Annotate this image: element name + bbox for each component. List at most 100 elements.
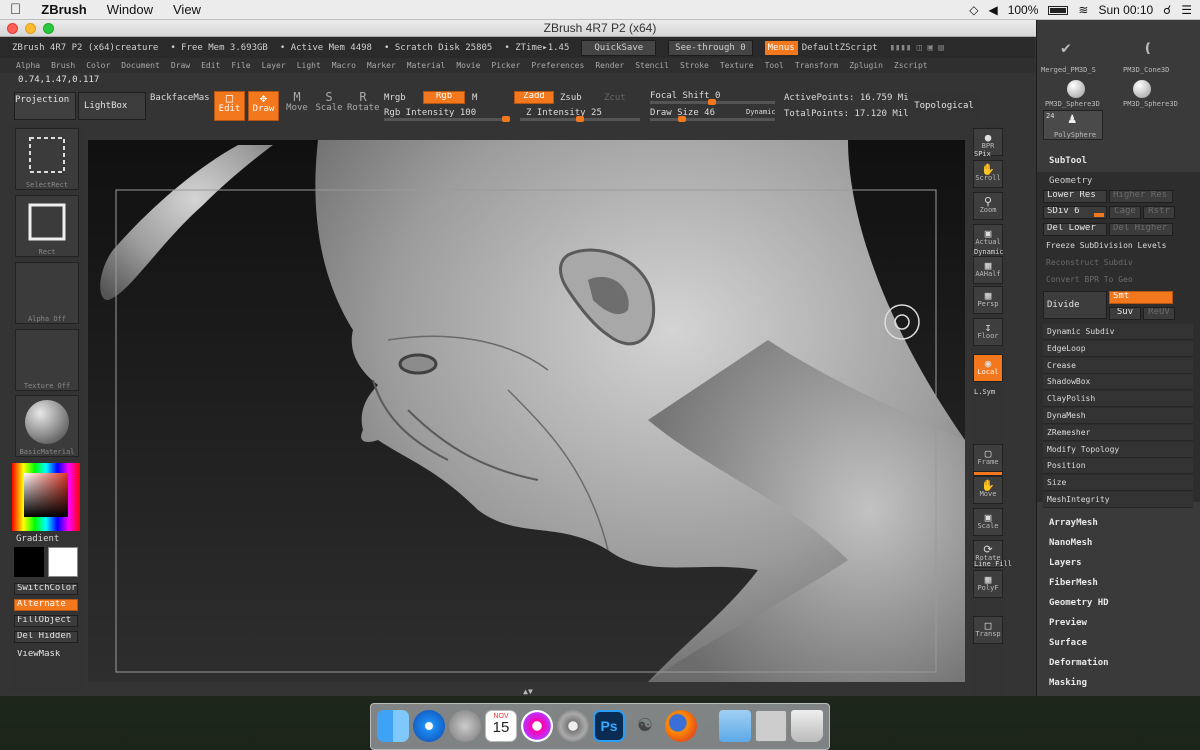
shelf-scroll-button[interactable]: ✋ Scroll xyxy=(973,160,1003,188)
menu-stroke[interactable]: Stroke xyxy=(680,61,709,70)
system-preferences-icon[interactable] xyxy=(557,710,589,742)
menu-brush[interactable]: Brush xyxy=(51,61,75,70)
higher-res-button[interactable]: Higher Res xyxy=(1109,190,1173,203)
dynamic-toggle[interactable]: Dynamic xyxy=(746,108,776,116)
shelf-l-sym-button[interactable]: L.Sym xyxy=(974,388,995,396)
firefox-icon[interactable] xyxy=(665,710,697,742)
geometry-edgeloop[interactable]: EdgeLoop xyxy=(1043,340,1193,357)
scale-button[interactable]: S Scale xyxy=(314,91,344,121)
draw-button[interactable]: ✥ Draw xyxy=(248,91,279,121)
trash-icon[interactable] xyxy=(791,710,823,742)
suv-toggle[interactable]: Suv xyxy=(1109,307,1141,320)
backface-mask-label[interactable]: BackfaceMas xyxy=(150,93,210,103)
topological-button[interactable]: Topological xyxy=(908,91,980,121)
menu-alpha[interactable]: Alpha xyxy=(16,61,40,70)
fillobject-button[interactable]: FillObject xyxy=(14,615,78,627)
section-deformation[interactable]: Deformation xyxy=(1049,658,1109,668)
freeze-subdivision-button[interactable]: Freeze SubDivision Levels xyxy=(1046,241,1166,250)
battery-percent[interactable]: 100% xyxy=(1008,3,1039,17)
material-picker[interactable]: BasicMaterial xyxy=(15,395,79,457)
list-icon[interactable]: ☰ xyxy=(1181,3,1192,17)
rstr-button[interactable]: Rstr xyxy=(1143,206,1175,219)
folder-icon[interactable] xyxy=(719,710,751,742)
menu-picker[interactable]: Picker xyxy=(491,61,520,70)
minimize-icon[interactable] xyxy=(25,23,36,34)
menu-movie[interactable]: Movie xyxy=(456,61,480,70)
smt-toggle[interactable]: Smt xyxy=(1109,291,1173,304)
lower-res-button[interactable]: Lower Res xyxy=(1043,190,1107,203)
shelf-spix-button[interactable]: SPix xyxy=(974,150,991,158)
menu-view[interactable]: View xyxy=(163,2,211,17)
alternate-button[interactable]: Alternate xyxy=(14,599,78,611)
z-intensity-track[interactable] xyxy=(520,116,640,122)
menu-stencil[interactable]: Stencil xyxy=(635,61,669,70)
menu-file[interactable]: File xyxy=(231,61,250,70)
photoshop-icon[interactable]: Ps xyxy=(593,710,625,742)
selectrect-brush[interactable]: SelectRect xyxy=(15,128,79,190)
menu-zscript[interactable]: Zscript xyxy=(894,61,928,70)
rgb-toggle[interactable]: Rgb xyxy=(423,91,465,104)
geometry-meshintegrity[interactable]: MeshIntegrity xyxy=(1043,492,1193,508)
cage-button[interactable]: Cage xyxy=(1109,206,1141,219)
menu-tool[interactable]: Tool xyxy=(765,61,784,70)
finder-icon[interactable] xyxy=(377,710,409,742)
launchpad-icon[interactable] xyxy=(449,710,481,742)
search-icon[interactable]: ☌ xyxy=(1163,3,1171,17)
secondary-color-swatch[interactable] xyxy=(14,547,44,577)
section-geometry-hd[interactable]: Geometry HD xyxy=(1049,598,1109,608)
calendar-icon[interactable]: NOV 15 xyxy=(485,710,517,742)
section-nanomesh[interactable]: NanoMesh xyxy=(1049,538,1092,548)
volume-icon[interactable]: ◀ xyxy=(988,3,997,17)
section-surface[interactable]: Surface xyxy=(1049,638,1087,648)
rotate-button[interactable]: R Rotate xyxy=(347,91,379,121)
switchcolor-button[interactable]: SwitchColor xyxy=(14,583,78,595)
projection-master-button[interactable]: Projection Master xyxy=(14,92,76,120)
del-lower-button[interactable]: Del Lower xyxy=(1043,223,1107,236)
shelf-zoom-button[interactable]: ⚲ Zoom xyxy=(973,192,1003,220)
layout-icons[interactable]: ▮▮▮▮ ◫ ▣ ▤ xyxy=(890,43,944,53)
texture-picker[interactable]: Texture Off xyxy=(15,329,79,391)
m-toggle[interactable]: M xyxy=(472,93,477,103)
close-icon[interactable] xyxy=(7,23,18,34)
geometry-shadowbox[interactable]: ShadowBox xyxy=(1043,374,1193,391)
convert-bpr-button[interactable]: Convert BPR To Geo xyxy=(1046,275,1133,284)
tool-thumb-polysphere[interactable]: 24 ♟ PolySphere xyxy=(1043,110,1103,140)
menu-zplugin[interactable]: Zplugin xyxy=(849,61,883,70)
rgb-intensity-track[interactable] xyxy=(384,116,510,122)
reuv-button[interactable]: ReUV xyxy=(1143,307,1175,320)
zbrush-icon[interactable]: ☯ xyxy=(629,710,661,742)
geometry-zremesher[interactable]: ZRemesher xyxy=(1043,424,1193,441)
section-preview[interactable]: Preview xyxy=(1049,618,1087,628)
main-color-swatch[interactable] xyxy=(48,547,78,577)
section-masking[interactable]: Masking xyxy=(1049,678,1087,688)
shelf-aahalf-button[interactable]: ▦ AAHalf xyxy=(973,256,1003,284)
alpha-picker[interactable]: Alpha Off xyxy=(15,262,79,324)
menu-marker[interactable]: Marker xyxy=(367,61,396,70)
del-hidden-button[interactable]: Del Hidden xyxy=(14,631,78,643)
rect-stroke[interactable]: Rect xyxy=(15,195,79,257)
apple-icon[interactable]:  xyxy=(0,1,31,18)
reconstruct-subdiv-button[interactable]: Reconstruct Subdiv xyxy=(1046,258,1133,267)
dropbox-icon[interactable]: ◇ xyxy=(969,3,978,17)
safari-icon[interactable] xyxy=(413,710,445,742)
shelf-persp-button[interactable]: ▦ Persp xyxy=(973,286,1003,314)
see-through-slider[interactable]: See-through 0 xyxy=(668,39,753,56)
section-arraymesh[interactable]: ArrayMesh xyxy=(1049,518,1098,528)
zadd-toggle[interactable]: Zadd xyxy=(514,91,554,104)
geometry-claypolish[interactable]: ClayPolish xyxy=(1043,391,1193,408)
bottom-divider[interactable]: ▲▼ xyxy=(518,687,538,696)
geometry-size[interactable]: Size xyxy=(1043,475,1193,492)
itunes-icon[interactable] xyxy=(521,710,553,742)
shelf-polyf-button[interactable]: ▦ PolyF xyxy=(973,570,1003,598)
menu-color[interactable]: Color xyxy=(86,61,110,70)
shelf-local-button[interactable]: ◉ Local xyxy=(973,354,1003,382)
edit-button[interactable]: □ Edit xyxy=(214,91,245,121)
mrgb-toggle[interactable]: Mrgb xyxy=(384,93,406,103)
shelf-move-button[interactable]: ✋ Move xyxy=(973,476,1003,504)
menu-draw[interactable]: Draw xyxy=(171,61,190,70)
sculpt-canvas[interactable] xyxy=(88,140,965,682)
menu-edit[interactable]: Edit xyxy=(201,61,220,70)
zsub-toggle[interactable]: Zsub xyxy=(560,93,582,103)
viewmask-button[interactable]: ViewMask xyxy=(14,649,78,661)
del-higher-button[interactable]: Del Higher xyxy=(1109,223,1173,236)
